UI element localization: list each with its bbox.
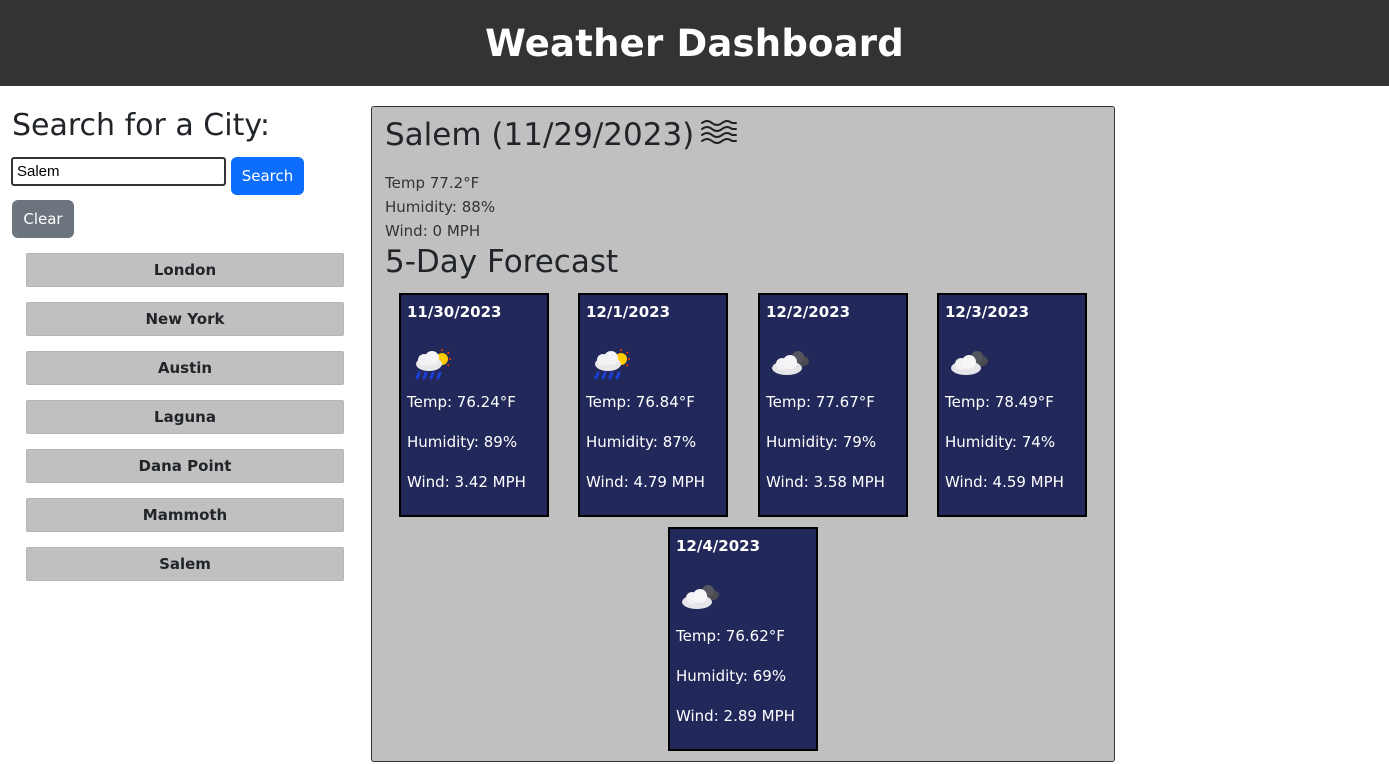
mist-icon [700,117,738,153]
history-city-button[interactable]: New York [26,302,344,336]
forecast-temp: Temp: 76.62°F [676,627,785,645]
forecast-humidity: Humidity: 89% [407,433,518,451]
history-city-button[interactable]: Mammoth [26,498,344,532]
weather-panel: Salem (11/29/2023) Temp 77.2°F Humidity:… [371,106,1115,762]
broken-clouds-icon [678,581,724,615]
forecast-card: 12/4/2023 Temp: 76.62°F Humidity: 69% Wi… [668,527,818,751]
history-city-button[interactable]: Laguna [26,400,344,434]
history-city-button[interactable]: Dana Point [26,449,344,483]
search-history-list: London New York Austin Laguna Dana Point… [26,253,344,596]
forecast-humidity: Humidity: 69% [676,667,787,685]
forecast-card: 11/30/2023 Temp: 76.24°F Humidity: 89% W… [399,293,549,517]
page-title: Weather Dashboard [485,21,904,65]
current-temp: Temp 77.2°F [385,174,480,192]
forecast-wind: Wind: 2.89 MPH [676,707,795,725]
forecast-wind: Wind: 3.58 MPH [766,473,885,491]
history-city-button[interactable]: Austin [26,351,344,385]
current-humidity: Humidity: 88% [385,198,496,216]
broken-clouds-icon [947,347,993,381]
history-city-button[interactable]: Salem [26,547,344,581]
current-wind: Wind: 0 MPH [385,222,481,240]
forecast-temp: Temp: 78.49°F [945,393,1054,411]
forecast-humidity: Humidity: 74% [945,433,1056,451]
forecast-date: 12/4/2023 [676,537,761,555]
rain-sun-icon [588,347,634,381]
search-heading: Search for a City: [12,108,271,143]
forecast-date: 12/2/2023 [766,303,851,321]
broken-clouds-icon [768,347,814,381]
forecast-card: 12/1/2023 Temp: 76.84°F Humidity: 87% Wi… [578,293,728,517]
app-header: Weather Dashboard [0,0,1389,86]
history-city-button[interactable]: London [26,253,344,287]
forecast-date: 12/3/2023 [945,303,1030,321]
forecast-wind: Wind: 3.42 MPH [407,473,526,491]
forecast-temp: Temp: 77.67°F [766,393,875,411]
forecast-wind: Wind: 4.79 MPH [586,473,705,491]
city-search-input[interactable] [11,157,226,186]
forecast-card: 12/2/2023 Temp: 77.67°F Humidity: 79% Wi… [758,293,908,517]
forecast-humidity: Humidity: 87% [586,433,697,451]
rain-sun-icon [409,347,455,381]
forecast-date: 11/30/2023 [407,303,502,321]
current-weather-heading: Salem (11/29/2023) [385,117,738,153]
forecast-humidity: Humidity: 79% [766,433,877,451]
forecast-temp: Temp: 76.84°F [586,393,695,411]
search-button[interactable]: Search [231,157,304,195]
forecast-card: 12/3/2023 Temp: 78.49°F Humidity: 74% Wi… [937,293,1087,517]
clear-button[interactable]: Clear [12,200,74,238]
current-city-date: Salem (11/29/2023) [385,117,695,153]
forecast-date: 12/1/2023 [586,303,671,321]
forecast-wind: Wind: 4.59 MPH [945,473,1064,491]
forecast-temp: Temp: 76.24°F [407,393,516,411]
forecast-heading: 5-Day Forecast [385,244,619,280]
